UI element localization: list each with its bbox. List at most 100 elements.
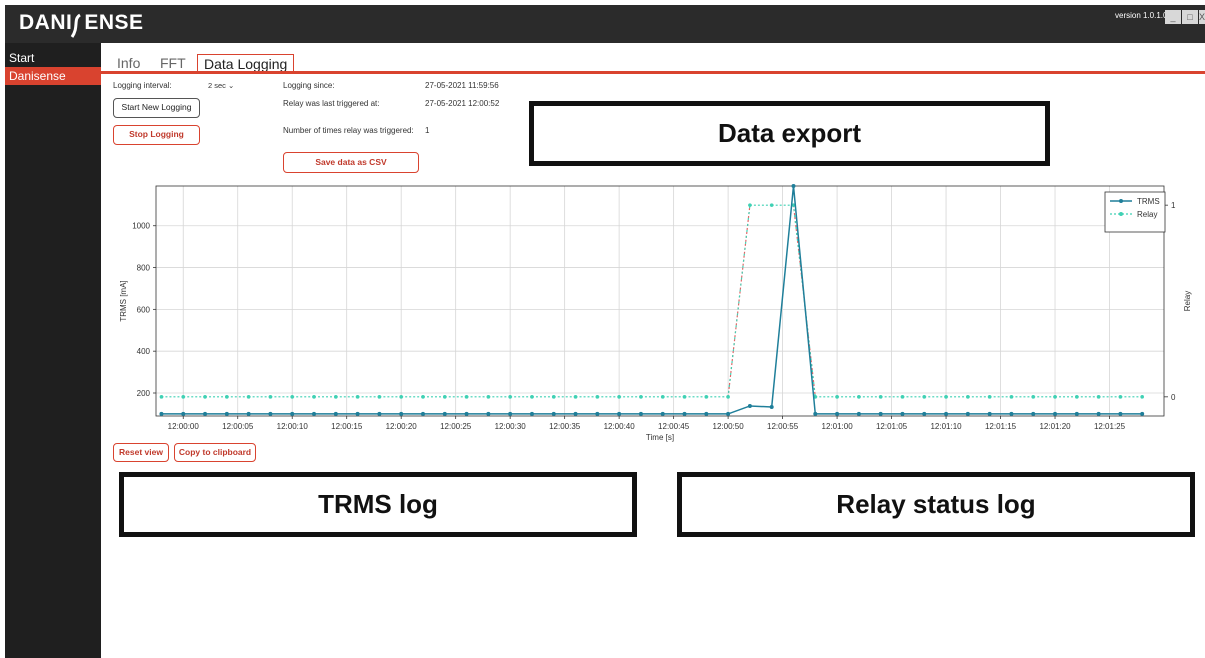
x-tick-label: 12:01:15 (985, 422, 1017, 431)
relay-status-log-callout: Relay status log (677, 472, 1195, 537)
tab-fft[interactable]: FFT (160, 54, 186, 72)
trms-point (1118, 411, 1123, 416)
x-tick-label: 12:00:30 (495, 422, 527, 431)
x-tick-label: 12:00:35 (549, 422, 581, 431)
trms-point (1053, 411, 1058, 416)
relay-point (421, 395, 425, 399)
trms-point (312, 411, 317, 416)
relay-point (1096, 395, 1101, 399)
relay-trigger-count-value: 1 (425, 126, 430, 135)
x-axis-label: Time [s] (646, 433, 674, 442)
stop-logging-button[interactable]: Stop Logging (113, 125, 200, 145)
trms-point (660, 411, 665, 416)
trms-point (704, 411, 709, 416)
legend-relay-label: Relay (1137, 210, 1157, 219)
trms-point (1140, 411, 1145, 416)
relay-point (857, 395, 861, 399)
relay-point (312, 395, 316, 399)
trms-point (595, 411, 600, 416)
relay-point (290, 395, 295, 399)
relay-point (551, 395, 556, 399)
trms-point (726, 411, 731, 416)
relay-point (835, 395, 839, 399)
trms-line (161, 185, 1143, 415)
y-right-tick-label: 1 (1171, 201, 1176, 210)
relay-point (246, 395, 251, 399)
relay-point (987, 395, 992, 399)
y-right-tick-label: 0 (1171, 393, 1176, 402)
save-csv-button[interactable]: Save data as CSV (283, 152, 419, 173)
sidebar-item-danisense[interactable]: Danisense (5, 67, 101, 85)
x-tick-label: 12:01:20 (1039, 422, 1071, 431)
y-axis-right-label: Relay (1183, 291, 1192, 311)
y-axis-left-label: TRMS [mA] (119, 280, 128, 321)
interval-value: 2 sec (208, 81, 226, 90)
trms-point (1074, 411, 1079, 416)
relay-point (508, 395, 512, 399)
relay-point (1075, 395, 1079, 399)
trms-point (987, 411, 992, 416)
relay-point (878, 395, 883, 399)
legend-relay-marker (1119, 212, 1123, 216)
minimize-button[interactable]: _ (1165, 10, 1181, 24)
relay-point (573, 395, 578, 399)
start-new-logging-button[interactable]: Start New Logging (113, 98, 200, 118)
trms-point (1096, 411, 1101, 416)
trms-point (813, 411, 818, 416)
relay-point (660, 395, 665, 399)
trms-point (878, 411, 883, 416)
relay-point (595, 395, 600, 399)
close-button[interactable]: X (1199, 10, 1205, 24)
legend-trms-marker (1119, 199, 1123, 203)
logging-interval-select[interactable]: 2 sec ⌄ (208, 81, 234, 90)
trms-point (617, 411, 622, 416)
relay-point (486, 395, 491, 399)
trms-point (944, 411, 949, 416)
trms-point (333, 411, 338, 416)
copy-to-clipboard-button[interactable]: Copy to clipboard (174, 443, 256, 462)
trms-point (856, 411, 861, 416)
reset-view-button[interactable]: Reset view (113, 443, 169, 462)
relay-point (682, 395, 687, 399)
trms-point (377, 411, 382, 416)
logging-since-label: Logging since: (283, 81, 335, 90)
relay-point (530, 395, 534, 399)
tab-info[interactable]: Info (117, 54, 140, 72)
relay-point (442, 395, 447, 399)
trms-point (1031, 411, 1036, 416)
relay-point (704, 395, 709, 399)
trms-point (551, 411, 556, 416)
relay-point (617, 395, 621, 399)
logging-since-value: 27-05-2021 11:59:56 (425, 81, 499, 90)
relay-point (399, 395, 403, 399)
trms-point (486, 411, 491, 416)
y-left-tick-label: 600 (137, 305, 151, 314)
relay-point (1053, 395, 1057, 399)
tab-underline (100, 71, 1205, 74)
maximize-button[interactable]: □ (1182, 10, 1198, 24)
y-left-tick-label: 1000 (132, 222, 150, 231)
trms-point (290, 411, 295, 416)
relay-point (203, 395, 207, 399)
data-export-callout: Data export (529, 101, 1050, 166)
trms-point (1009, 411, 1014, 416)
sidebar-item-start[interactable]: Start (5, 49, 101, 67)
y-left-tick-label: 400 (137, 347, 151, 356)
trms-point (246, 411, 251, 416)
y-left-tick-label: 800 (137, 264, 151, 273)
chart-svg: 12:00:00 12:00:05 12:00:10 12:00:15 12:00:20… (119, 184, 1192, 442)
x-tick-label: 12:01:00 (822, 422, 854, 431)
relay-point (726, 395, 730, 399)
relay-point (1140, 395, 1145, 399)
trms-point (442, 411, 447, 416)
chart-panel: 12:00:00 12:00:05 12:00:10 12:00:15 12:00:20… (112, 176, 1200, 460)
trms-point (508, 411, 513, 416)
x-tick-label: 12:00:40 (604, 422, 636, 431)
relay-point (268, 395, 273, 399)
version-label: version 1.0.1.0 (1115, 11, 1168, 20)
trms-point (900, 411, 905, 416)
relay-point (225, 395, 229, 399)
y-left-tick-label: 200 (137, 389, 151, 398)
relay-point (1118, 395, 1123, 399)
logo-right: ENSE (84, 11, 144, 34)
